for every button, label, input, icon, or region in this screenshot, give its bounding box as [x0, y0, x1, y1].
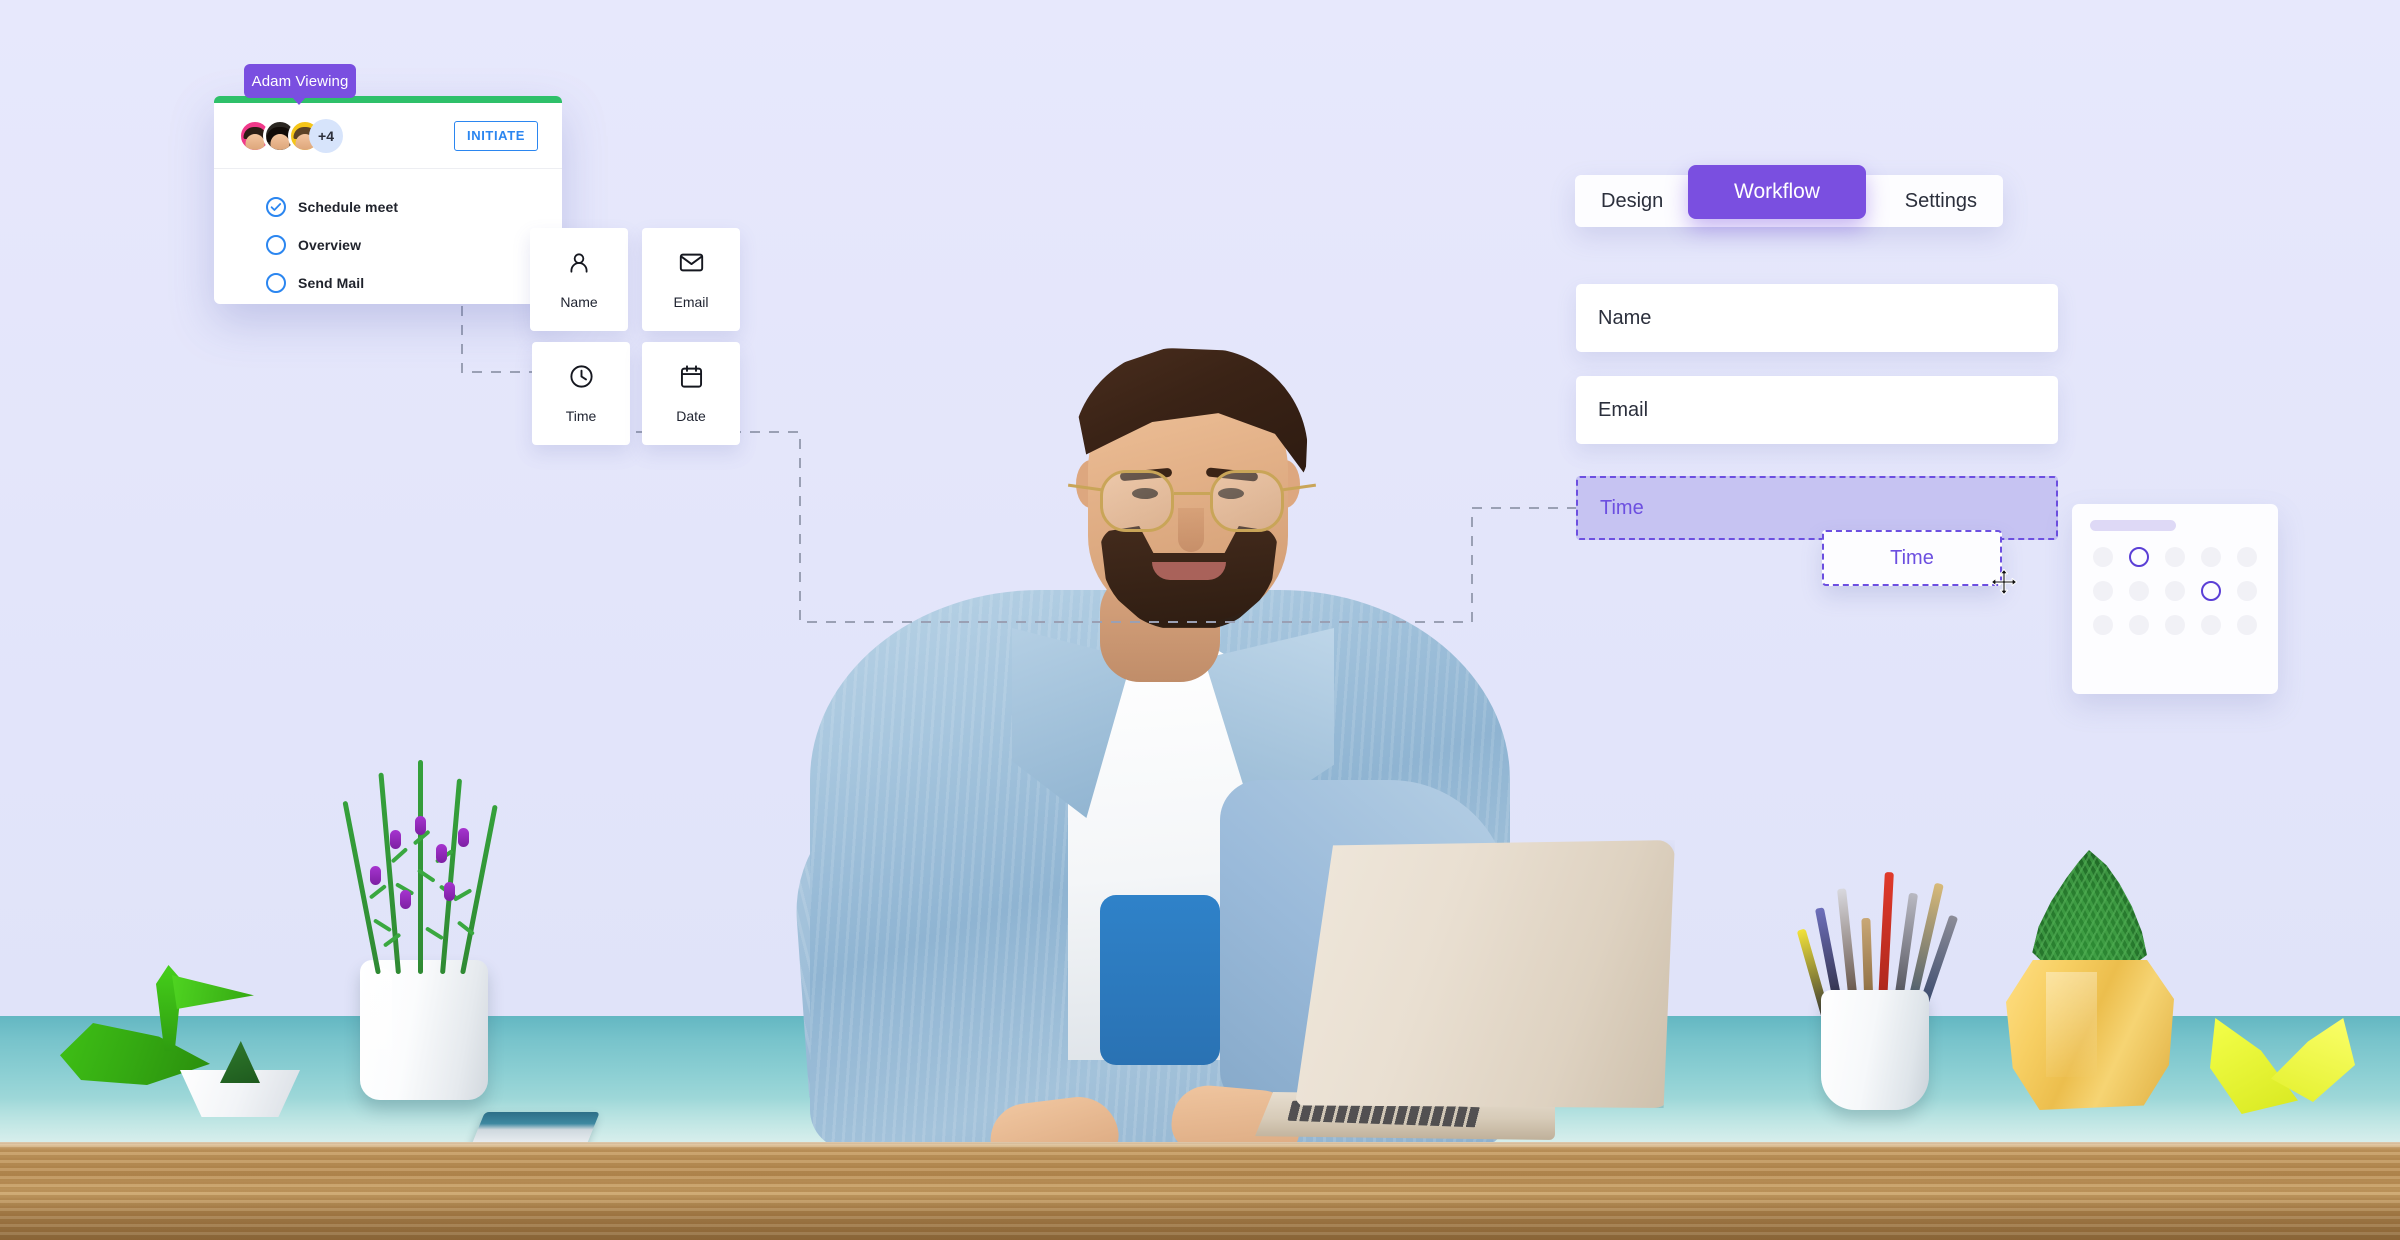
avatar-group[interactable]: +4	[238, 118, 343, 153]
time-drag-chip[interactable]: Time	[1822, 530, 2002, 586]
name-field[interactable]: Name	[1576, 284, 2058, 352]
calendar-grid	[2090, 547, 2260, 635]
person-icon	[566, 250, 592, 281]
list-item[interactable]: Overview	[266, 226, 562, 264]
field-tile-label: Name	[560, 293, 598, 310]
calendar-cell-selected[interactable]	[2129, 547, 2149, 567]
checkbox-checked-icon[interactable]	[266, 197, 286, 217]
calendar-widget[interactable]	[2072, 504, 2278, 694]
calendar-cell[interactable]	[2093, 615, 2113, 635]
calendar-cell[interactable]	[2093, 581, 2113, 601]
list-item[interactable]: Schedule meet	[266, 188, 562, 226]
list-item[interactable]: Send Mail	[266, 264, 562, 302]
list-item-label: Send Mail	[298, 275, 365, 291]
calendar-icon	[678, 363, 705, 395]
calendar-cell[interactable]	[2165, 615, 2185, 635]
calendar-cell[interactable]	[2093, 547, 2113, 567]
calendar-cell-selected[interactable]	[2201, 581, 2221, 601]
task-card[interactable]: Adam Viewing +4 INITIATE Schedule meet O…	[214, 64, 562, 304]
avatar-overflow-count[interactable]: +4	[309, 118, 343, 153]
field-tile-label: Date	[676, 408, 706, 424]
calendar-cell[interactable]	[2237, 547, 2257, 567]
calendar-cell[interactable]	[2201, 615, 2221, 635]
calendar-cell[interactable]	[2237, 615, 2257, 635]
initiate-button[interactable]: INITIATE	[454, 120, 538, 151]
field-tile-palette: Name Email Time Date	[530, 228, 740, 448]
calendar-cell[interactable]	[2201, 547, 2221, 567]
calendar-cell[interactable]	[2237, 581, 2257, 601]
email-field[interactable]: Email	[1576, 376, 2058, 444]
field-tile-name[interactable]: Name	[530, 228, 628, 331]
list-item-label: Overview	[298, 237, 362, 253]
field-tile-date[interactable]: Date	[642, 342, 740, 445]
viewing-badge: Adam Viewing	[244, 64, 356, 105]
move-cursor-icon	[1990, 568, 2018, 596]
calendar-cell[interactable]	[2129, 615, 2149, 635]
tab-design[interactable]: Design	[1601, 190, 1663, 213]
field-tile-label: Time	[565, 408, 597, 424]
checkbox-empty-icon[interactable]	[266, 235, 286, 255]
calendar-cell[interactable]	[2165, 581, 2185, 601]
envelope-icon	[678, 249, 705, 281]
checkbox-empty-icon[interactable]	[266, 273, 286, 293]
field-tile-label: Email	[673, 294, 709, 310]
calendar-cell[interactable]	[2129, 581, 2149, 601]
tab-workflow[interactable]: Workflow	[1688, 165, 1866, 219]
clock-icon	[568, 363, 595, 395]
calendar-cell[interactable]	[2165, 547, 2185, 567]
task-list: Schedule meet Overview Send Mail	[214, 178, 562, 302]
field-tile-time[interactable]: Time	[532, 342, 630, 445]
tab-settings[interactable]: Settings	[1905, 190, 1977, 213]
task-card-header: +4 INITIATE	[214, 103, 562, 169]
field-tile-email[interactable]: Email	[642, 228, 740, 331]
list-item-label: Schedule meet	[298, 199, 399, 215]
calendar-header-pill	[2090, 520, 2176, 531]
